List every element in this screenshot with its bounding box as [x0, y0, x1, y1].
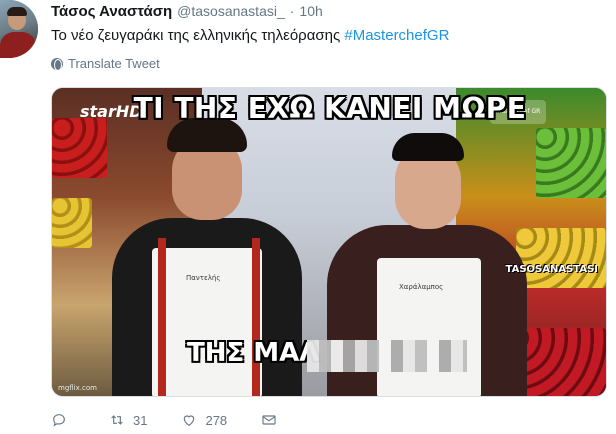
tweet-media-image[interactable]: Παντελής Χαράλαμπος starHD masterchef GR… [51, 87, 607, 397]
separator-dot: · [289, 3, 295, 19]
translate-label: Translate Tweet [68, 56, 160, 71]
direct-message-button[interactable] [261, 412, 285, 428]
produce-crate [52, 198, 92, 248]
reply-icon [53, 414, 65, 427]
tweet-header: Τάσος Αναστάση @tasosanastasi_ · 10h [51, 3, 323, 25]
censor-blur [307, 340, 467, 372]
meme-caption-bottom: ΤΗΣ ΜΑΛ [187, 338, 320, 368]
retweet-icon [111, 415, 123, 425]
produce-crate [516, 228, 606, 288]
meme-caption-top: ΤΙ ΤΗΣ ΕΧΩ ΚΑΝΕΙ ΜΩΡΕ [133, 92, 527, 125]
translate-tweet-button[interactable]: Translate Tweet [51, 56, 160, 71]
reply-button[interactable] [51, 412, 75, 428]
globe-icon [51, 57, 63, 71]
user-handle[interactable]: @tasosanastasi_ [177, 3, 285, 19]
user-name[interactable]: Τάσος Αναστάση [51, 3, 172, 20]
avatar[interactable] [0, 0, 38, 58]
apron-name-badge: Παντελής [186, 274, 221, 282]
watermark-text: TASOSANASTASI [505, 264, 598, 275]
produce-crate [52, 118, 107, 178]
produce-crate [536, 128, 606, 198]
like-button[interactable]: 278 [181, 412, 227, 428]
tweet-actions: 31 278 [51, 410, 319, 430]
heart-icon [184, 415, 195, 427]
envelope-icon [262, 415, 276, 425]
source-tag: mgflix.com [58, 384, 97, 392]
hashtag-link[interactable]: #MasterchefGR [344, 27, 449, 44]
tweet-text: Το νέο ζευγαράκι της ελληνικής τηλεόραση… [51, 27, 449, 44]
tweet-body: Το νέο ζευγαράκι της ελληνικής τηλεόραση… [51, 27, 345, 44]
like-count: 278 [205, 412, 228, 428]
retweet-count: 31 [133, 412, 148, 428]
apron-name-badge: Χαράλαμπος [399, 283, 444, 291]
timestamp[interactable]: 10h [299, 3, 322, 19]
retweet-button[interactable]: 31 [109, 412, 147, 428]
